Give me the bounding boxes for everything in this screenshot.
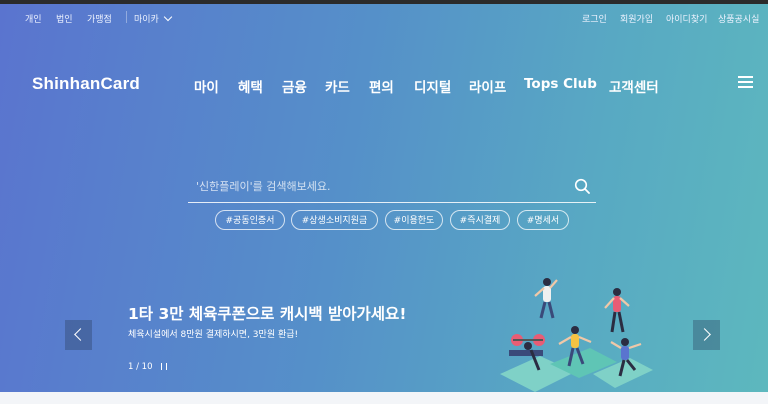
hamburger-menu-icon[interactable] — [738, 76, 753, 89]
search-input[interactable] — [194, 174, 558, 198]
nav-item-tops-club[interactable]: Tops Club — [524, 76, 597, 92]
link-merchant[interactable]: 가맹점 — [87, 12, 112, 25]
logo[interactable]: ShinhanCard — [32, 74, 140, 94]
chevron-left-icon — [74, 328, 87, 341]
carousel-prev-button[interactable] — [65, 320, 92, 350]
tag-statement[interactable]: #명세서 — [517, 210, 569, 230]
find-id-link[interactable]: 아이디찾기 — [666, 12, 707, 25]
nav-item-convenience[interactable]: 편의 — [369, 76, 394, 96]
nav-item-my[interactable]: 마이 — [194, 76, 219, 96]
carousel-pager: 1 / 10 — [128, 362, 167, 372]
nav-item-benefits[interactable]: 혜택 — [238, 76, 263, 96]
pager-count: 1 / 10 — [128, 362, 153, 372]
utility-bar: 개인 법인 가맹점 마이카 로그인 회원가입 아이디찾기 상품공시실 — [0, 4, 768, 30]
nav-item-digital[interactable]: 디지털 — [414, 76, 451, 96]
search-bar — [188, 170, 596, 203]
banner-subtitle: 체육시설에서 8만원 결제하시면, 3만원 환급! — [128, 330, 299, 340]
content-area-edge — [0, 392, 768, 404]
lang-label: 마이카 — [134, 15, 159, 25]
tag-usage-limit[interactable]: #이용한도 — [385, 210, 443, 230]
nav-item-card[interactable]: 카드 — [325, 76, 350, 96]
link-personal[interactable]: 개인 — [25, 12, 42, 25]
search-icon[interactable] — [574, 178, 590, 194]
nav-item-finance[interactable]: 금융 — [282, 76, 307, 96]
utility-divider — [126, 11, 127, 23]
chevron-down-icon — [163, 12, 173, 22]
pause-icon[interactable] — [160, 363, 167, 370]
tag-consumption-support[interactable]: #상생소비지원금 — [291, 210, 378, 230]
banner-title[interactable]: 1타 3만 체육쿠폰으로 캐시백 받아가세요! — [128, 302, 406, 324]
chevron-right-icon — [698, 328, 711, 341]
nav-item-customer-center[interactable]: 고객센터 — [609, 76, 659, 96]
hero-section: 개인 법인 가맹점 마이카 로그인 회원가입 아이디찾기 상품공시실 Shinh… — [0, 4, 768, 392]
carousel-next-button[interactable] — [693, 320, 720, 350]
link-corporate[interactable]: 법인 — [56, 12, 73, 25]
lang-select[interactable]: 마이카 — [134, 12, 173, 25]
nav-item-life[interactable]: 라이프 — [469, 76, 506, 96]
signup-link[interactable]: 회원가입 — [620, 12, 653, 25]
product-disclosure-link[interactable]: 상품공시실 — [718, 12, 759, 25]
login-link[interactable]: 로그인 — [582, 12, 607, 25]
tag-instant-payment[interactable]: #즉시결제 — [450, 210, 510, 230]
tag-joint-certificate[interactable]: #공동인증서 — [215, 210, 285, 230]
fitness-illustration — [500, 278, 653, 392]
